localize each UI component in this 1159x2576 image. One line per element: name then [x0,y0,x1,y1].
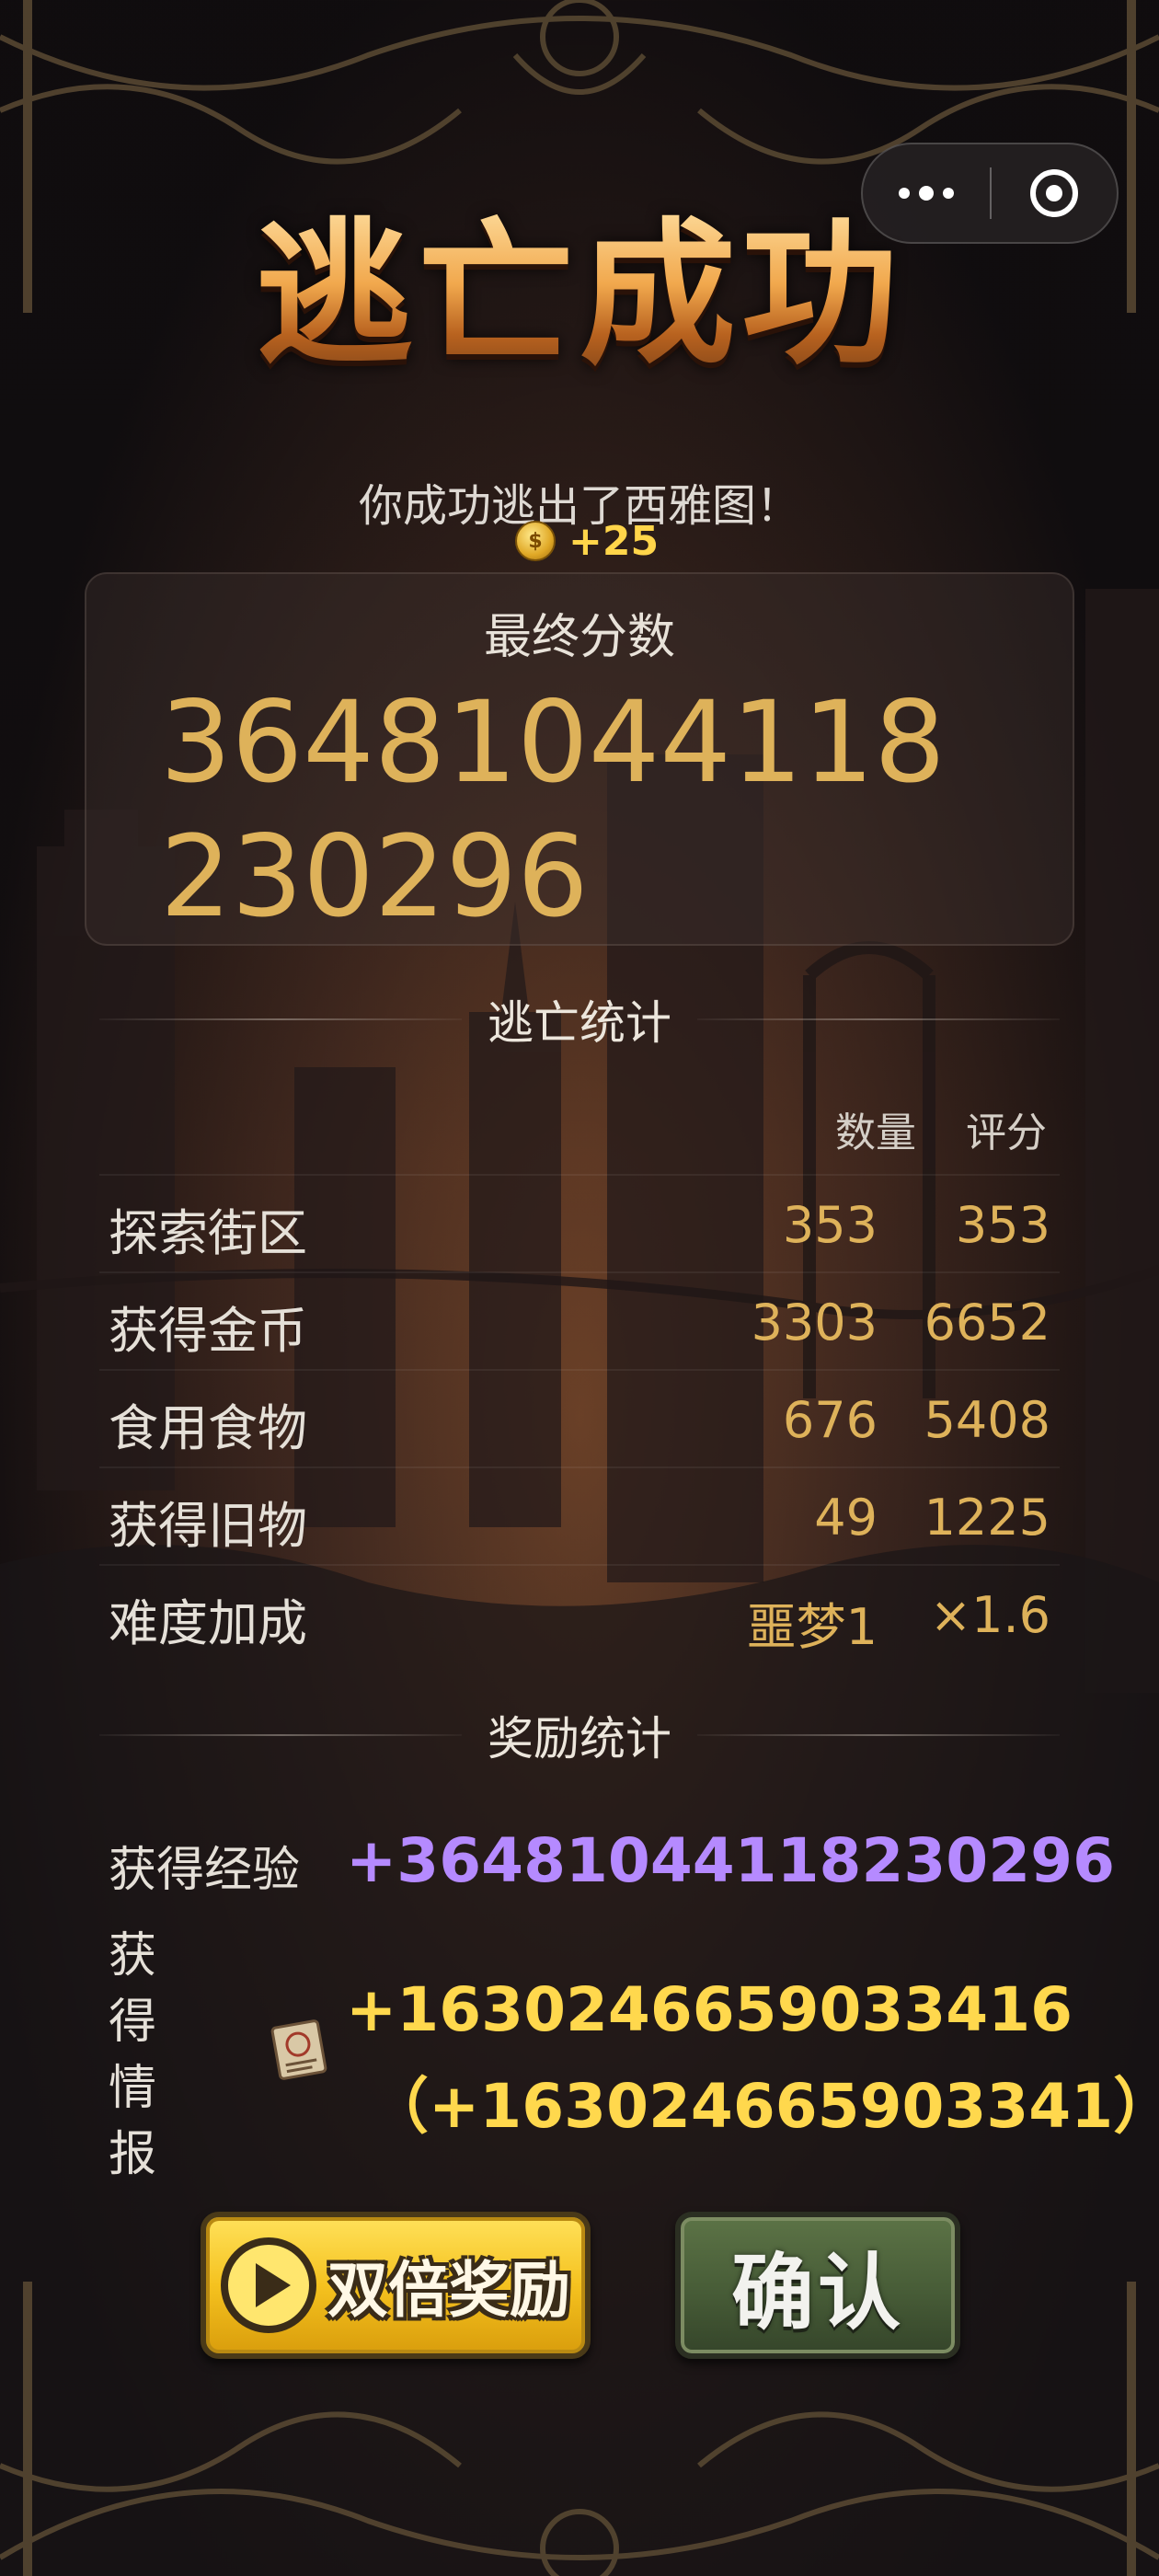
intel-label: 获 得 情 报 [109,1923,164,2188]
stats-row-name: 获得金币 [109,1302,307,1360]
intel-label-char: 情 [109,2061,157,2116]
stats-row-score: 5408 [924,1391,1050,1449]
escape-stats-header: 逃亡统计 [99,983,1060,1056]
coin-gain: $ +25 [515,515,659,567]
stats-row-score: ×1.6 [929,1586,1050,1644]
confirm-button[interactable]: 确认 [675,2212,960,2359]
exp-value: +36481044118230296 [346,1825,1115,1896]
column-header-score: 评分 [966,1110,1047,1156]
stats-row-relics: 获得旧物 49 1225 [99,1466,1060,1566]
reward-stats-header: 奖励统计 [99,1698,1060,1772]
intel-label-char: 获 [109,1928,157,1984]
stats-row-score: 6652 [924,1294,1050,1351]
intel-bonus-value: （+1630246659033​41） [368,2071,1159,2142]
intel-label-char: 得 [109,1995,157,2050]
close-miniprogram-button[interactable] [992,144,1117,242]
target-close-icon [1029,169,1078,217]
stats-row-name: 获得旧物 [109,1497,307,1555]
stats-row-name: 难度加成 [109,1594,307,1652]
final-score-value: 36481044118230296 [160,677,946,942]
confirm-label: 确认 [731,2245,904,2341]
column-header-quantity: 数量 [835,1110,916,1156]
intel-label-char: 报 [109,2127,157,2182]
stats-row-difficulty: 难度加成 噩梦1 ×1.6 [99,1564,1060,1663]
stats-row-name: 探索街区 [109,1204,307,1262]
escape-stats-title: 逃亡统计 [488,996,671,1050]
final-score-panel: 最终分数 36481044118230296 [85,572,1074,946]
stats-row-score: 353 [955,1196,1050,1254]
stats-row-quantity: 676 [782,1391,878,1449]
stats-row-food: 食用食物 676 5408 [99,1369,1060,1468]
double-reward-label: 双倍奖励 [327,2255,570,2326]
stats-row-score: 1225 [924,1489,1050,1547]
coin-gain-amount: +25 [568,517,660,565]
double-reward-button[interactable]: 双倍奖励 [201,2212,591,2359]
stats-row-name: 食用食物 [109,1399,307,1457]
intel-document-icon [270,2019,327,2080]
coin-icon: $ [515,521,556,561]
stats-row-quantity: 353 [782,1196,878,1254]
stats-row-quantity: 噩梦1 [746,1598,878,1656]
intel-value: +16302466590334​16 [346,1974,1073,2045]
exp-label: 获得经验 [109,1843,301,1898]
page-title: 逃亡成功 [212,193,947,396]
stats-row-explore: 探索街区 353 353 [99,1174,1060,1273]
final-score-label: 最终分数 [483,610,675,665]
reward-stats-title: 奖励统计 [488,1712,671,1765]
play-video-icon [221,2237,316,2333]
stats-row-quantity: 3303 [751,1294,878,1351]
stats-row-coins: 获得金币 3303 6652 [99,1271,1060,1371]
stats-row-quantity: 49 [814,1489,878,1547]
